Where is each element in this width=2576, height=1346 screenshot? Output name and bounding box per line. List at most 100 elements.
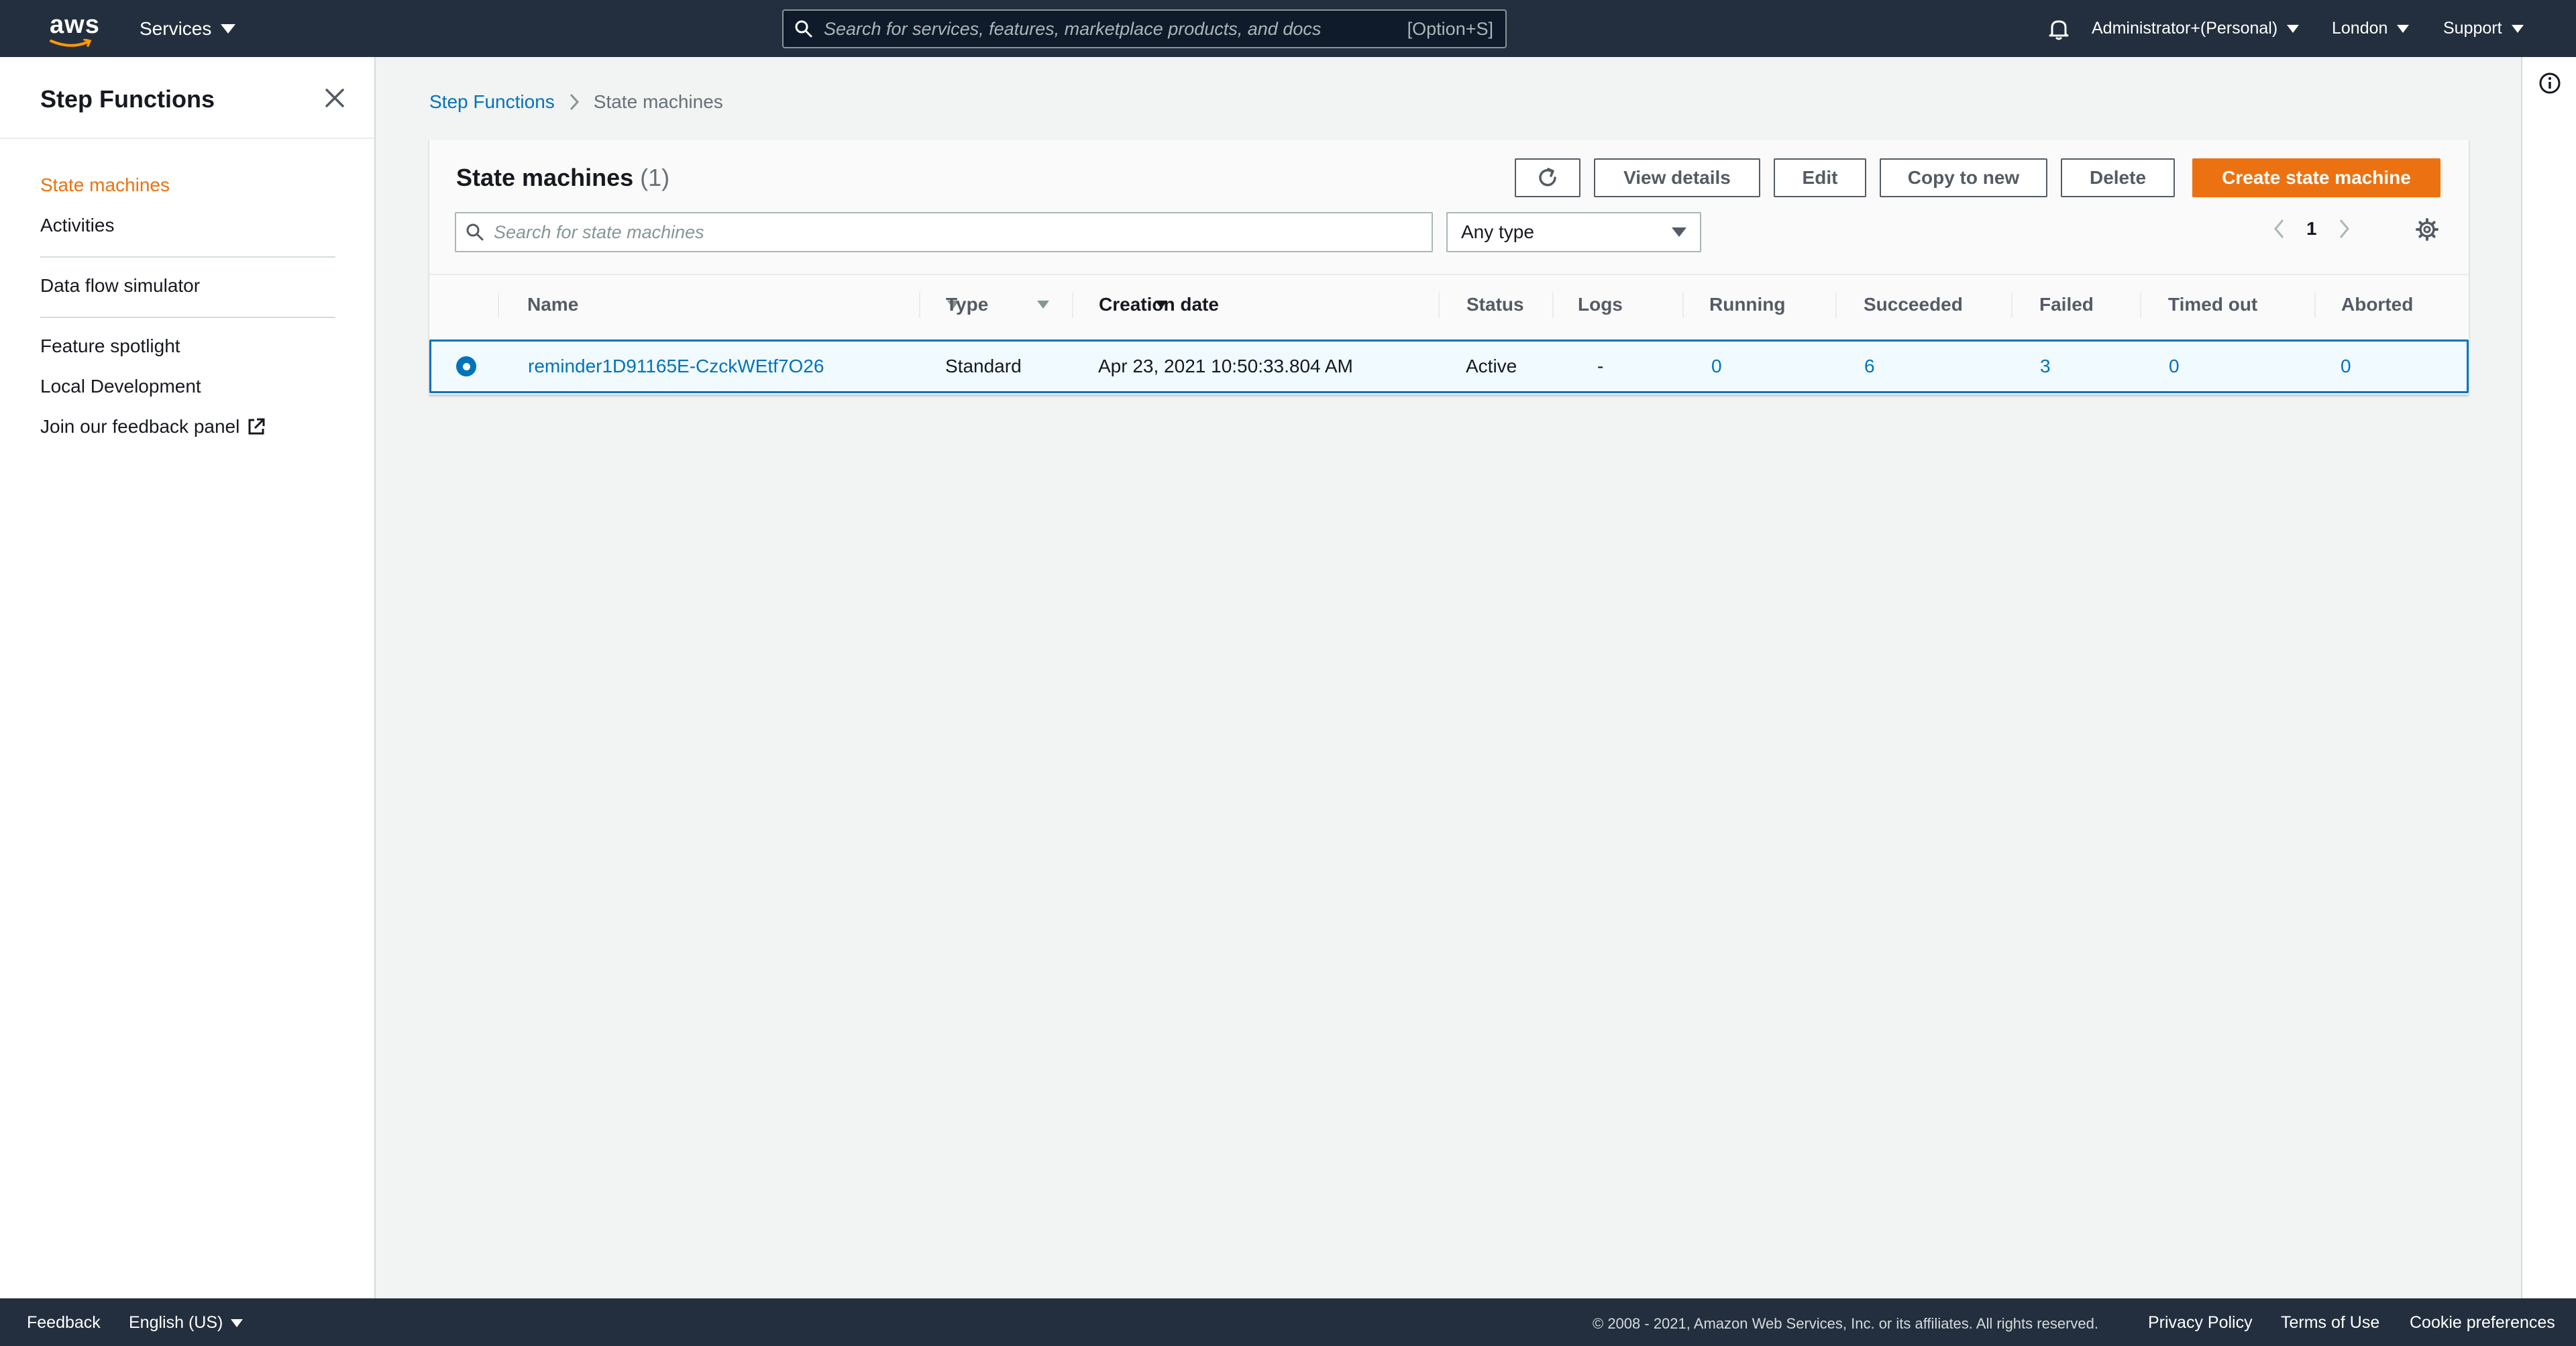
row-select-radio[interactable] (456, 356, 476, 376)
copyright-text: © 2008 - 2021, Amazon Web Services, Inc.… (1593, 1315, 2098, 1332)
edit-button[interactable]: Edit (1774, 158, 1866, 197)
column-header-logs[interactable]: Logs (1552, 275, 1653, 334)
sidebar-item-state-machines[interactable]: State machines (40, 174, 170, 196)
breadcrumb-step-functions[interactable]: Step Functions (429, 91, 555, 113)
sidebar-item-feature-spotlight[interactable]: Feature spotlight (40, 335, 180, 357)
language-selector[interactable]: English (US) (129, 1313, 244, 1333)
feedback-link[interactable]: Feedback (27, 1313, 101, 1333)
footer: Feedback English (US) © 2008 - 2021, Ama… (0, 1298, 2576, 1346)
cell-logs: - (1597, 356, 1604, 376)
account-menu[interactable]: Administrator+(Personal) (2092, 19, 2300, 38)
region-menu[interactable]: London (2332, 19, 2410, 38)
chevron-right-icon (570, 93, 579, 111)
column-header-type[interactable]: Type (919, 275, 1053, 334)
chevron-down-icon (2511, 24, 2524, 33)
sidebar-item-local-development[interactable]: Local Development (40, 376, 201, 397)
chevron-down-icon (2397, 24, 2410, 33)
cell-timed-out[interactable]: 0 (2169, 342, 2180, 391)
previous-page-icon[interactable] (2273, 217, 2286, 240)
aws-logo[interactable]: aws (48, 9, 99, 47)
table-row[interactable]: reminder1D91165E-CzckWEtf7O26 Standard A… (429, 340, 2469, 393)
close-icon[interactable] (323, 87, 346, 109)
pagination: 1 (2273, 217, 2351, 240)
global-search[interactable]: [Option+S] (782, 9, 1507, 48)
page-number[interactable]: 1 (2306, 218, 2317, 240)
delete-button[interactable]: Delete (2061, 158, 2175, 197)
column-header-aborted[interactable]: Aborted (2314, 275, 2449, 334)
sort-descending-icon (1155, 301, 1167, 309)
support-label: Support (2443, 19, 2502, 38)
column-header-failed[interactable]: Failed (2011, 275, 2132, 334)
cell-running[interactable]: 0 (1711, 342, 1722, 391)
cell-failed[interactable]: 3 (2040, 342, 2051, 391)
panel-title: State machines (456, 164, 634, 191)
refresh-button[interactable] (1515, 158, 1580, 197)
table-search-input[interactable] (494, 221, 1432, 243)
breadcrumb-current: State machines (593, 91, 723, 112)
chevron-down-icon (2287, 24, 2300, 33)
terms-of-use-link[interactable]: Terms of Use (2281, 1313, 2379, 1333)
page-title: State machines (1) (456, 164, 669, 192)
search-shortcut: [Option+S] (1407, 18, 1493, 39)
services-label: Services (140, 18, 212, 39)
sidebar-divider (40, 317, 335, 318)
view-details-button[interactable]: View details (1594, 158, 1760, 197)
refresh-icon (1539, 168, 1556, 187)
cookie-preferences-link[interactable]: Cookie preferences (2410, 1313, 2555, 1333)
sidebar-divider (40, 256, 335, 258)
sidebar-item-feedback-panel[interactable]: Join our feedback panel (40, 416, 266, 437)
cell-creation-date: Apr 23, 2021 10:50:33.804 AM (1098, 356, 1353, 376)
breadcrumb: Step Functions State machines (429, 91, 723, 113)
side-navigation: Step Functions State machines Activities… (0, 57, 376, 1298)
sidebar-title: Step Functions (40, 85, 215, 113)
feedback-label: Feedback (27, 1313, 101, 1332)
privacy-policy-link[interactable]: Privacy Policy (2148, 1313, 2253, 1333)
cell-succeeded[interactable]: 6 (1864, 342, 1875, 391)
search-icon (456, 223, 494, 242)
next-page-icon[interactable] (2337, 217, 2351, 240)
column-header-creation-date[interactable]: Creation date (1072, 275, 1441, 334)
cell-type: Standard (945, 356, 1022, 376)
search-icon (784, 11, 824, 47)
cell-aborted[interactable]: 0 (2341, 342, 2351, 391)
tools-panel (2521, 57, 2576, 1298)
column-header-running[interactable]: Running (1682, 275, 1817, 334)
cell-status: Active (1466, 356, 1517, 376)
top-navigation: aws Services [Option+S] Administrator+(P… (0, 0, 2576, 57)
create-state-machine-button[interactable]: Create state machine (2192, 158, 2440, 197)
support-menu[interactable]: Support (2443, 19, 2524, 38)
language-label: English (US) (129, 1313, 223, 1332)
copy-to-new-button[interactable]: Copy to new (1880, 158, 2047, 197)
chevron-down-icon (221, 24, 236, 34)
item-count: (1) (640, 164, 670, 191)
aws-smile-icon (50, 39, 92, 47)
state-machine-name-link[interactable]: reminder1D91165E-CzckWEtf7O26 (528, 342, 824, 391)
notifications-bell-icon[interactable] (2046, 16, 2072, 42)
sidebar-item-data-flow-simulator[interactable]: Data flow simulator (40, 275, 200, 297)
info-icon[interactable] (2538, 72, 2561, 98)
services-menu[interactable]: Services (140, 18, 236, 40)
global-search-input[interactable] (824, 18, 1407, 40)
table-search[interactable] (455, 212, 1433, 252)
type-filter-value: Any type (1461, 221, 1534, 242)
state-machines-table-container: State machines (1) View details Edit Cop… (429, 140, 2469, 395)
sidebar-item-label: State machines (40, 174, 170, 195)
column-header-status[interactable]: Status (1438, 275, 1546, 334)
column-header-name[interactable]: Name (498, 275, 959, 334)
sidebar-item-activities[interactable]: Activities (40, 215, 114, 236)
settings-gear-icon[interactable] (2415, 217, 2439, 245)
sidebar-item-label: Data flow simulator (40, 275, 201, 296)
table-header: Name Type Creation date Status Logs Runn… (429, 274, 2469, 334)
type-filter-select[interactable]: Any type (1446, 212, 1701, 252)
column-header-timed-out[interactable]: Timed out (2140, 275, 2294, 334)
external-link-icon (248, 418, 265, 435)
account-label: Administrator+(Personal) (2092, 19, 2278, 38)
chevron-down-icon (231, 1318, 244, 1327)
aws-logo-text: aws (50, 11, 100, 39)
sidebar-item-label: Local Development (40, 376, 201, 397)
sidebar-item-label: Feature spotlight (40, 335, 180, 356)
sidebar-item-label: Activities (40, 215, 115, 236)
column-header-succeeded[interactable]: Succeeded (1835, 275, 1990, 334)
region-label: London (2332, 19, 2388, 38)
sidebar-divider (0, 138, 374, 139)
